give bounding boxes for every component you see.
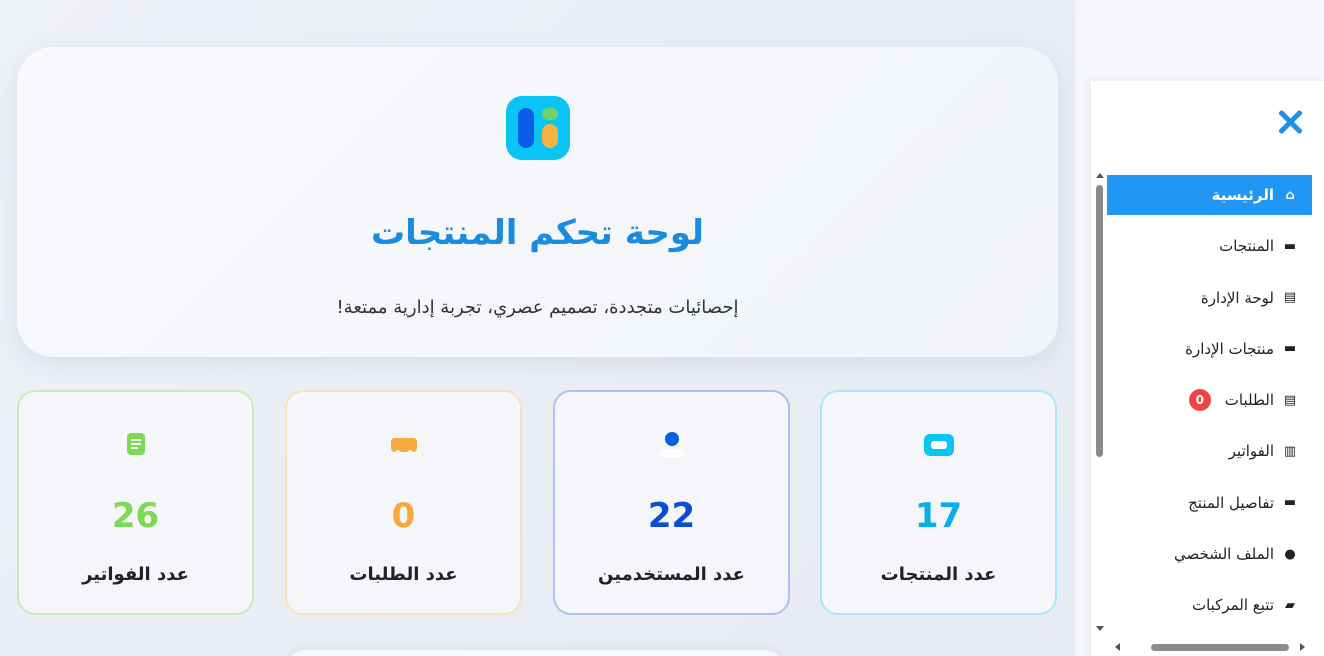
close-icon[interactable]	[1277, 109, 1303, 135]
file-invoice-icon: ▥	[1283, 443, 1297, 459]
stat-value: 26	[111, 496, 160, 536]
stat-value: 17	[914, 496, 963, 536]
truck-icon	[390, 438, 417, 456]
sidebar-item-profile[interactable]: ● الملف الشخصي	[1107, 534, 1312, 574]
stat-label: عدد المستخدمين	[598, 564, 745, 585]
horizontal-scrollbar[interactable]	[1113, 641, 1305, 653]
stat-value: 22	[647, 496, 696, 536]
car-icon: ▰	[1285, 597, 1295, 613]
sidebar-item-label: تتبع المركبات	[1191, 596, 1274, 615]
boxes-icon: ▬	[1283, 238, 1297, 254]
next-card-peek	[285, 650, 785, 656]
logo-dot-green	[542, 108, 558, 120]
scroll-thumb[interactable]	[1151, 644, 1289, 651]
page-title: لوحة تحكم المنتجات	[371, 213, 704, 253]
stat-label: عدد الفواتير	[82, 564, 189, 585]
sidebar: ⌂ الرئيسية ▬ المنتجات ▤ لوحة الإدارة ▬ م…	[1091, 81, 1324, 656]
sidebar-item-label: تفاصيل المنتج	[1188, 493, 1274, 512]
stat-card-invoices: 26 عدد الفواتير	[17, 390, 254, 615]
stat-card-orders: 0 عدد الطلبات	[285, 390, 522, 615]
stat-card-products: 17 عدد المنتجات	[820, 390, 1057, 615]
user-circle-icon: ●	[1284, 546, 1296, 562]
sidebar-item-admin-dashboard[interactable]: ▤ لوحة الإدارة	[1107, 278, 1312, 318]
sidebar-item-admin-products[interactable]: ▬ منتجات الإدارة	[1107, 329, 1312, 369]
hero-card: لوحة تحكم المنتجات إحصائيات متجددة، تصمي…	[17, 47, 1058, 357]
stat-label: عدد الطلبات	[349, 564, 458, 585]
boxes-icon: ▬	[1283, 341, 1297, 357]
scroll-thumb[interactable]	[1096, 185, 1103, 457]
sidebar-item-label: الطلبات	[1224, 391, 1274, 410]
logo-bar-blue	[518, 108, 534, 148]
scroll-right-arrow[interactable]	[1300, 643, 1305, 651]
sidebar-item-label: الرئيسية	[1211, 186, 1274, 204]
sidebar-item-label: الملف الشخصي	[1174, 545, 1274, 564]
sidebar-item-orders[interactable]: ▤ الطلبات 0	[1107, 380, 1312, 420]
scroll-left-arrow[interactable]	[1115, 643, 1120, 651]
box-icon	[923, 434, 954, 456]
sidebar-item-label: لوحة الإدارة	[1200, 288, 1274, 307]
sidebar-item-label: منتجات الإدارة	[1185, 339, 1274, 358]
clipboard-icon: ▤	[1283, 290, 1297, 306]
sidebar-item-products[interactable]: ▬ المنتجات	[1107, 226, 1312, 266]
sidebar-item-label: الفواتير	[1228, 442, 1274, 461]
stat-label: عدد المنتجات	[880, 564, 997, 585]
stat-card-users: 22 عدد المستخدمين	[553, 390, 790, 615]
sidebar-item-vehicle-tracking[interactable]: ▰ تتبع المركبات	[1107, 585, 1312, 625]
orders-count-badge: 0	[1188, 389, 1211, 412]
sidebar-item-product-details[interactable]: ▬ تفاصيل المنتج	[1107, 483, 1312, 523]
boxes-icon: ▬	[1283, 495, 1297, 511]
logo-bar-orange	[542, 124, 558, 148]
app-logo-icon	[506, 96, 570, 160]
scroll-up-arrow[interactable]	[1096, 173, 1104, 178]
invoice-icon	[126, 433, 145, 455]
vertical-scrollbar[interactable]	[1094, 169, 1104, 631]
sidebar-item-home[interactable]: ⌂ الرئيسية	[1107, 175, 1312, 215]
sidebar-item-label: المنتجات	[1219, 237, 1274, 256]
sidebar-menu: ⌂ الرئيسية ▬ المنتجات ▤ لوحة الإدارة ▬ م…	[1107, 175, 1312, 637]
stat-value: 0	[391, 496, 416, 536]
sidebar-item-invoices[interactable]: ▥ الفواتير	[1107, 431, 1312, 471]
clipboard-list-icon: ▤	[1283, 392, 1297, 408]
user-icon	[659, 432, 684, 457]
home-icon: ⌂	[1285, 187, 1295, 203]
page-subtitle: إحصائيات متجددة، تصميم عصري، تجربة إداري…	[336, 297, 739, 318]
scroll-down-arrow[interactable]	[1096, 626, 1104, 631]
